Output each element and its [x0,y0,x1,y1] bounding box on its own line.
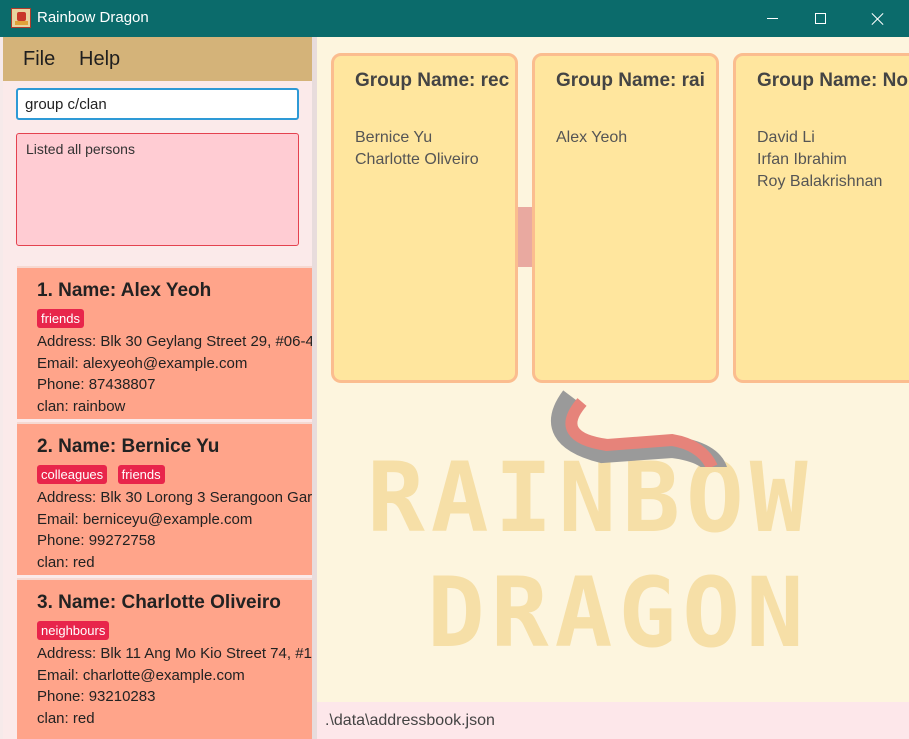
result-display: Listed all persons [16,133,299,246]
group-members: Bernice Yu Charlotte Oliveiro [355,127,479,171]
person-phone: Phone: 87438807 [37,376,156,393]
person-phone: Phone: 99272758 [37,532,156,549]
tag-list: friends [37,309,312,331]
person-clan: clan: red [37,709,95,727]
minimize-icon [766,18,778,19]
menu-help[interactable]: Help [79,48,120,71]
group-member: David Li [757,129,815,146]
close-icon [871,12,885,26]
title-bar: Rainbow Dragon [0,0,909,37]
group-member: Bernice Yu [355,129,433,146]
person-card[interactable]: 1. Name: Alex Yeoh friends Address: Blk … [17,266,312,419]
tag-badge: neighbours [37,621,110,640]
status-bar: .\data\addressbook.json [317,702,909,739]
person-clan: clan: rainbow [37,397,126,415]
person-email: Email: alexyeoh@example.com [37,354,248,372]
close-button[interactable] [855,0,901,37]
group-title: Group Name: rec [355,70,510,91]
person-name: 1. Name: Alex Yeoh [37,280,212,301]
group-card[interactable]: Group Name: No David Li Irfan Ibrahim Ro… [733,53,909,383]
person-phone: Phone: 93210283 [37,688,156,705]
maximize-button[interactable] [797,0,843,37]
tag-list: colleagues friends [37,465,312,487]
group-member: Alex Yeoh [556,129,628,146]
group-member: Irfan Ibrahim [757,151,847,168]
person-email: Email: charlotte@example.com [37,666,245,684]
person-name: 3. Name: Charlotte Oliveiro [37,592,281,613]
window-title: Rainbow Dragon [37,9,149,26]
group-title: Group Name: rai [556,70,705,91]
tag-list: neighbours [37,621,312,643]
person-list[interactable]: 1. Name: Alex Yeoh friends Address: Blk … [17,266,312,739]
tag-badge: friends [117,465,165,484]
group-member: Roy Balakrishnan [757,173,883,190]
group-member: Charlotte Oliveiro [355,151,479,168]
maximize-icon [814,13,826,24]
result-text: Listed all persons [26,141,135,157]
group-card[interactable]: Group Name: rec Bernice Yu Charlotte Oli… [331,53,518,383]
save-location-text: .\data\addressbook.json [325,712,495,729]
tag-badge: colleagues [37,465,108,484]
person-name: 2. Name: Bernice Yu [37,436,220,457]
tag-badge: friends [37,309,85,328]
group-card[interactable]: Group Name: rai Alex Yeoh [532,53,719,383]
group-members: Alex Yeoh [556,127,627,149]
group-panel: RAINBOW DRAGON Group Name: rec Bernice Y… [317,37,909,702]
group-title: Group Name: No [757,70,908,91]
menu-file[interactable]: File [23,48,55,71]
left-pane: File Help Listed all persons 1. Name: Al… [3,37,312,739]
person-card[interactable]: 2. Name: Bernice Yu colleagues friends A… [17,422,312,575]
group-members: David Li Irfan Ibrahim Roy Balakrishnan [757,127,882,193]
menu-bar: File Help [3,37,312,81]
minimize-button[interactable] [749,0,795,37]
app-dragon-icon [11,8,31,28]
person-address: Address: Blk 30 Geylang Street 29, #06-4… [37,333,312,350]
watermark-line: DRAGON [427,557,810,669]
command-input[interactable] [16,88,299,120]
person-address: Address: Blk 30 Lorong 3 Serangoon Garde… [37,489,312,506]
person-clan: clan: red [37,553,95,571]
person-address: Address: Blk 11 Ang Mo Kio Street 74, #1… [37,645,312,662]
person-card[interactable]: 3. Name: Charlotte Oliveiro neighbours A… [17,578,312,739]
person-email: Email: berniceyu@example.com [37,510,253,528]
